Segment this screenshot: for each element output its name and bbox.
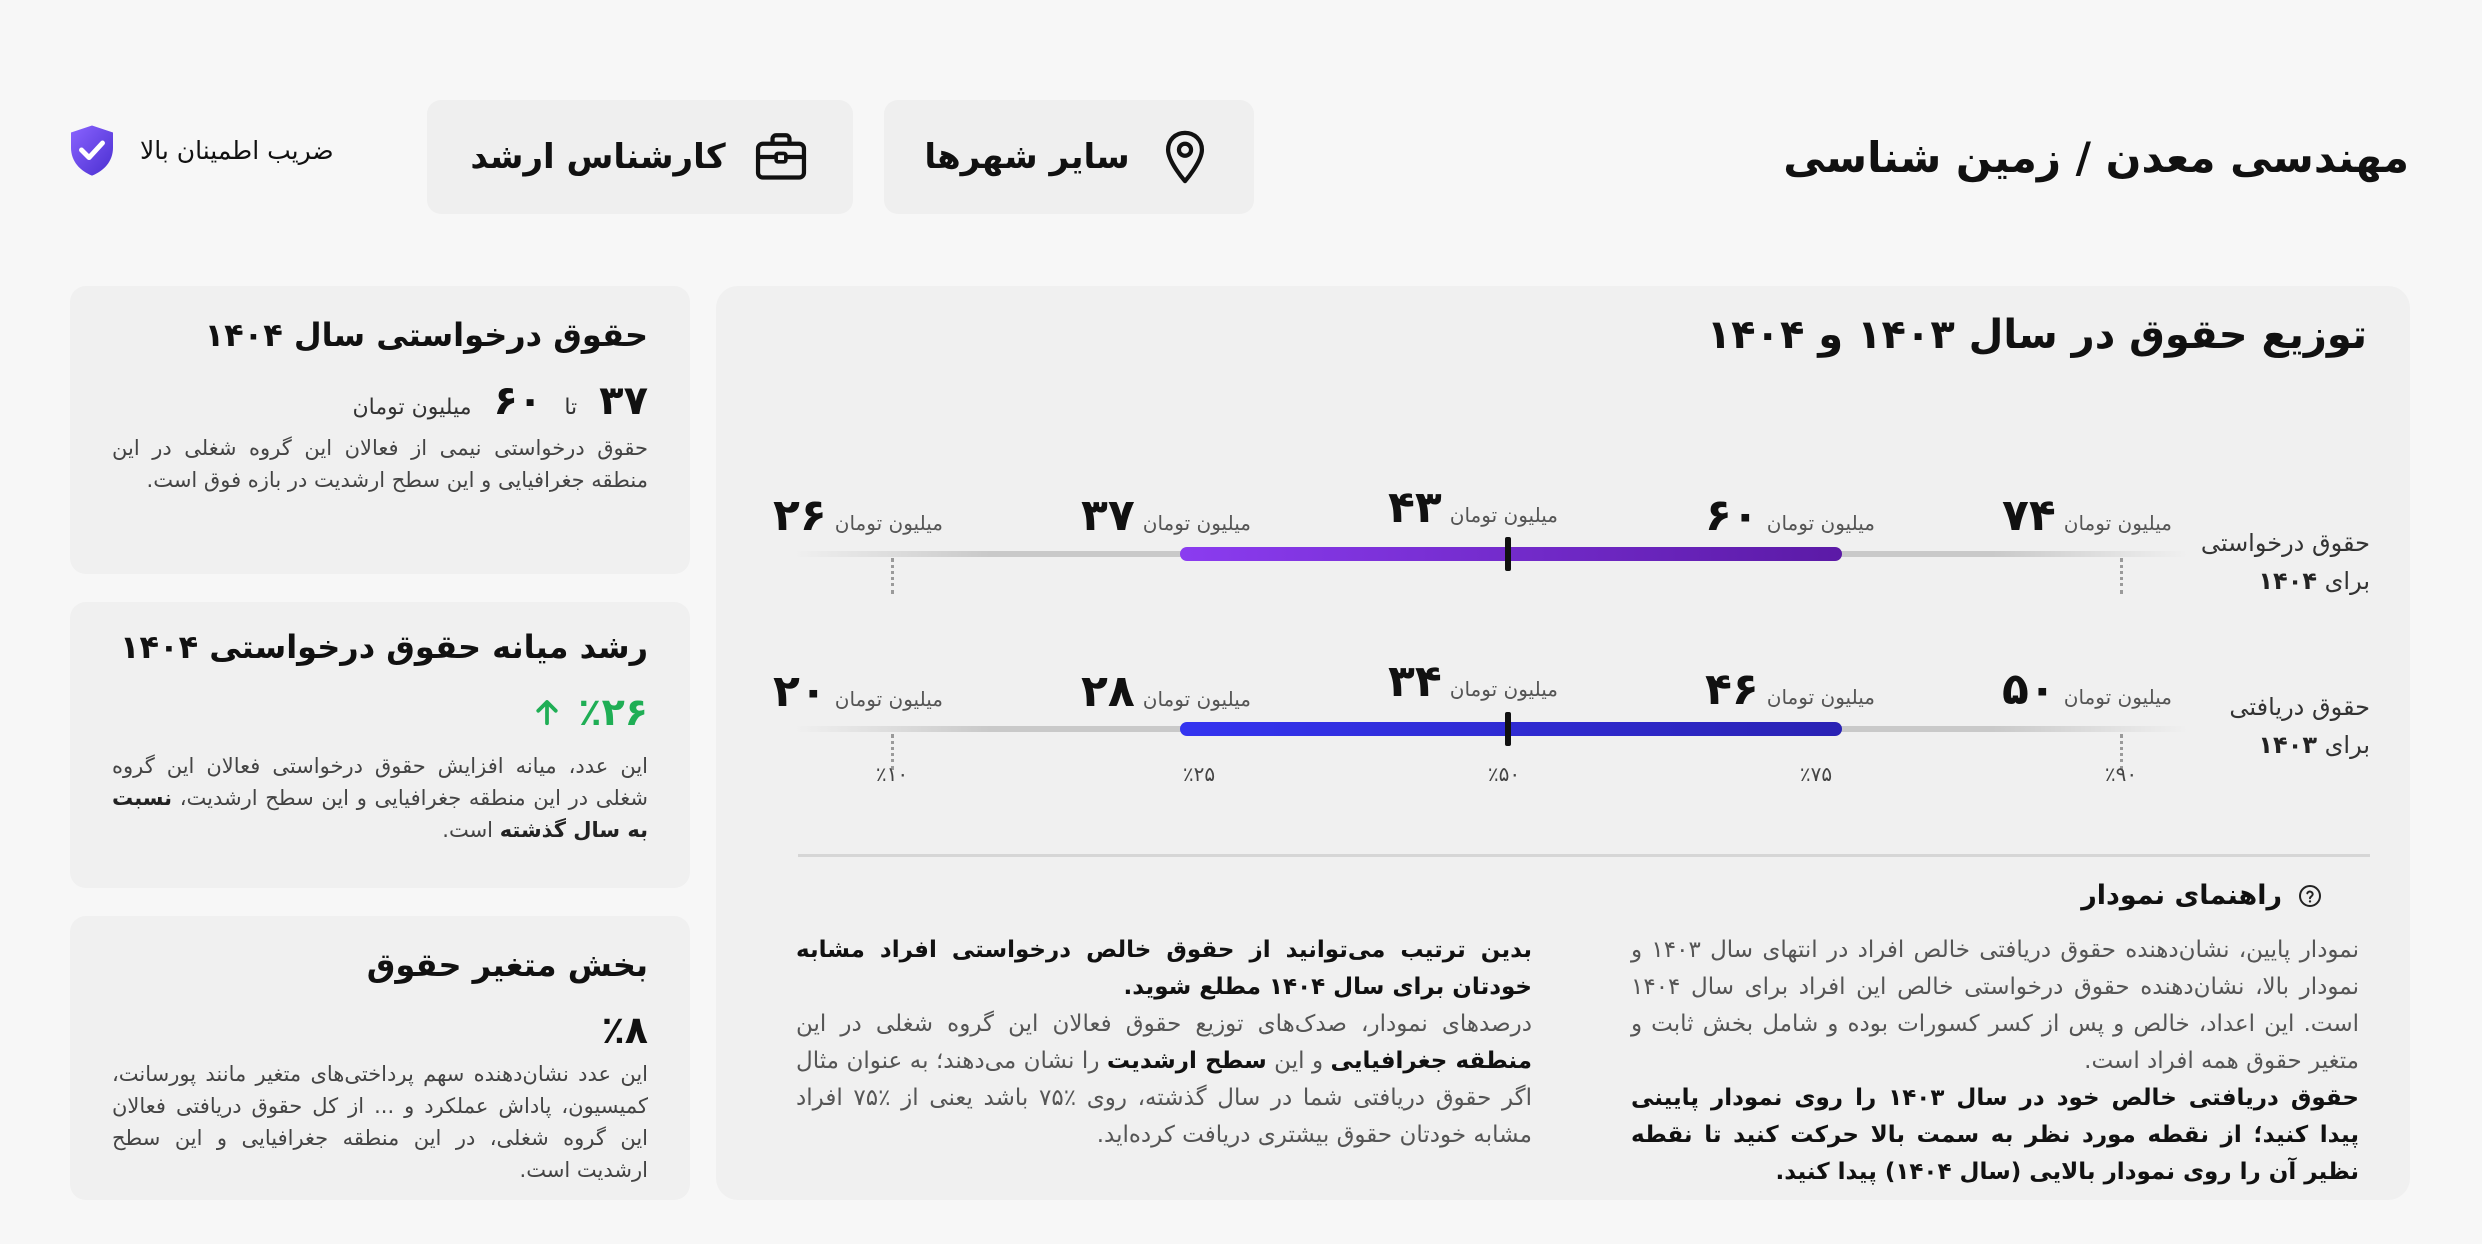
variable-pay-card: بخش متغیر حقوق ٪۸ این عدد نشان‌دهنده سهم… [70, 916, 690, 1200]
requested-p10-value: میلیون تومان ۲۶ [773, 490, 943, 541]
percentile-label-p10: ٪۱۰ [875, 762, 909, 786]
guide-paragraph-4: درصدهای نمودار، صدک‌های توزیع حقوق فعالا… [796, 1011, 1532, 1148]
requested-iqr-bar [1180, 547, 1842, 561]
seniority-filter-chip[interactable]: کارشناس ارشد [427, 100, 853, 214]
requested-p90-value: میلیون تومان ۷۴ [2002, 490, 2172, 541]
help-circle-icon [2299, 884, 2321, 907]
percentile-label-p90: ٪۹۰ [2104, 762, 2138, 786]
confidence-label: ضریب اطمینان بالا [140, 135, 334, 165]
received-iqr-bar [1180, 722, 1842, 736]
guide-paragraph-3: بدین ترتیب می‌توانید از حقوق خالص درخواس… [796, 937, 1532, 1000]
received-row-label: حقوق دریافتی برای ۱۴۰۳ [2229, 693, 2370, 759]
received-row-year: ۱۴۰۳ [2258, 731, 2317, 759]
median-growth-description: این عدد، میانه افزایش حقوق درخواستی فعال… [112, 754, 648, 842]
requested-p90-marker [2120, 558, 2123, 594]
chart-guide-left-column: بدین ترتیب می‌توانید از حقوق خالص درخواس… [796, 932, 1532, 1154]
median-growth-title: رشد میانه حقوق درخواستی ۱۴۰۴ [120, 628, 648, 666]
received-p50-value: میلیون تومان ۳۴ [1388, 656, 1558, 707]
requested-salary-range: ۳۷ تا ۶۰ میلیون تومان [352, 378, 648, 424]
variable-pay-description: این عدد نشان‌دهنده سهم پرداختی‌های متغیر… [112, 1062, 648, 1182]
requested-p50-value: میلیون تومان ۴۳ [1388, 482, 1558, 533]
guide-paragraph-2: حقوق دریافتی خالص خود در سال ۱۴۰۳ را روی… [1631, 1085, 2359, 1185]
chart-guide-heading: راهنمای نمودار [2081, 880, 2322, 911]
variable-pay-value: ٪۸ [601, 1008, 648, 1052]
chart-guide-title: راهنمای نمودار [2081, 880, 2282, 911]
percentile-label-p25: ٪۲۵ [1182, 762, 1216, 786]
confidence-badge: ضریب اطمینان بالا [64, 122, 334, 178]
median-growth-value: ٪۲۶ [532, 690, 648, 734]
requested-p25-value: میلیون تومان ۳۷ [1081, 490, 1251, 541]
received-p75-value: میلیون تومان ۴۶ [1705, 664, 1875, 715]
requested-salary-card: حقوق درخواستی سال ۱۴۰۴ ۳۷ تا ۶۰ میلیون ت… [70, 286, 690, 574]
page-title: مهندسی معدن / زمین شناسی [1783, 133, 2409, 182]
guide-paragraph-1: نمودار پایین، نشان‌دهنده حقوق دریافتی خا… [1631, 937, 2360, 1074]
received-p10-value: میلیون تومان ۲۰ [773, 666, 943, 717]
received-median-marker [1505, 712, 1511, 746]
requested-p75-value: میلیون تومان ۶۰ [1705, 490, 1875, 541]
requested-salary-title: حقوق درخواستی سال ۱۴۰۴ [204, 316, 648, 354]
received-p25-value: میلیون تومان ۲۸ [1081, 666, 1251, 717]
panel-divider [798, 854, 2370, 857]
shield-check-icon [71, 125, 113, 176]
variable-pay-title: بخش متغیر حقوق [366, 946, 648, 984]
requested-p10-marker [891, 558, 894, 594]
chart-guide-right-column: نمودار پایین، نشان‌دهنده حقوق دریافتی خا… [1631, 932, 2359, 1191]
received-p90-value: میلیون تومان ۵۰ [2002, 664, 2172, 715]
seniority-filter-label: کارشناس ارشد [470, 137, 726, 177]
location-pin-icon [1165, 130, 1204, 184]
percentile-label-p50: ٪۵۰ [1487, 762, 1521, 786]
city-filter-label: سایر شهرها [924, 137, 1130, 177]
percentile-label-p75: ٪۷۵ [1799, 762, 1833, 786]
requested-row-year: ۱۴۰۴ [2258, 567, 2317, 595]
requested-salary-description: حقوق درخواستی نیمی از فعالان این گروه شغ… [112, 436, 648, 492]
chart-title: توزیع حقوق در سال ۱۴۰۳ و ۱۴۰۴ [1706, 312, 2367, 358]
requested-median-marker [1505, 537, 1511, 571]
median-growth-card: رشد میانه حقوق درخواستی ۱۴۰۴ ٪۲۶ این عدد… [70, 602, 690, 888]
requested-row-label: حقوق درخواستی برای ۱۴۰۴ [2200, 529, 2370, 595]
arrow-up-icon [536, 700, 559, 726]
briefcase-icon [755, 133, 806, 180]
city-filter-chip[interactable]: سایر شهرها [884, 100, 1254, 214]
